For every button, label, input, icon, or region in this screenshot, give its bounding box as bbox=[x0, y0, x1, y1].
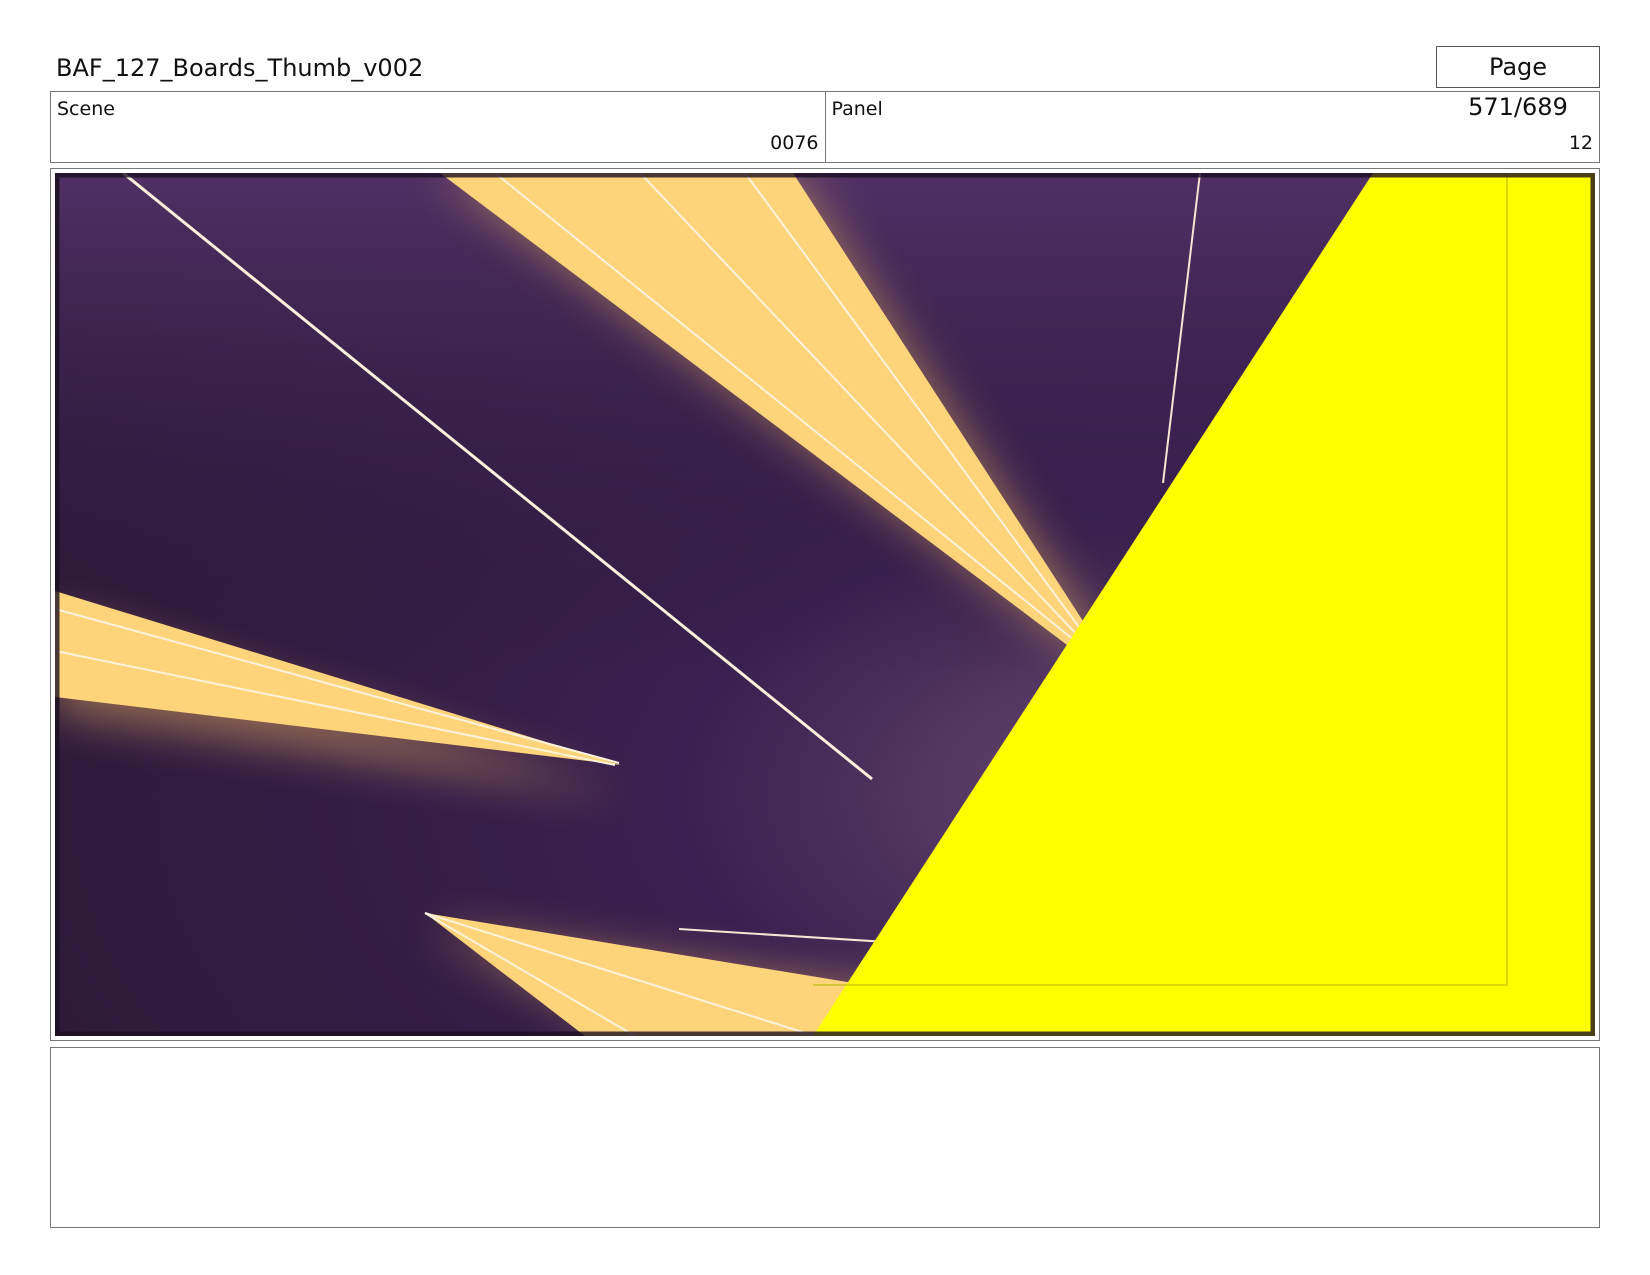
panel-label: Panel bbox=[831, 98, 883, 120]
storyboard-panel-frame bbox=[50, 168, 1600, 1041]
notes-box bbox=[50, 1047, 1600, 1228]
document-title: BAF_127_Boards_Thumb_v002 bbox=[56, 54, 424, 82]
scene-label: Scene bbox=[57, 98, 115, 120]
storyboard-panel-image bbox=[55, 173, 1595, 1036]
panel-value: 12 bbox=[1568, 132, 1593, 154]
scene-cell: Scene 0076 bbox=[51, 92, 825, 162]
info-row: Scene 0076 Panel 12 bbox=[50, 91, 1600, 163]
scene-value: 0076 bbox=[770, 132, 819, 154]
page-number-box: Page 571/689 bbox=[1436, 46, 1600, 121]
panel-cell: Panel 12 bbox=[824, 92, 1600, 162]
